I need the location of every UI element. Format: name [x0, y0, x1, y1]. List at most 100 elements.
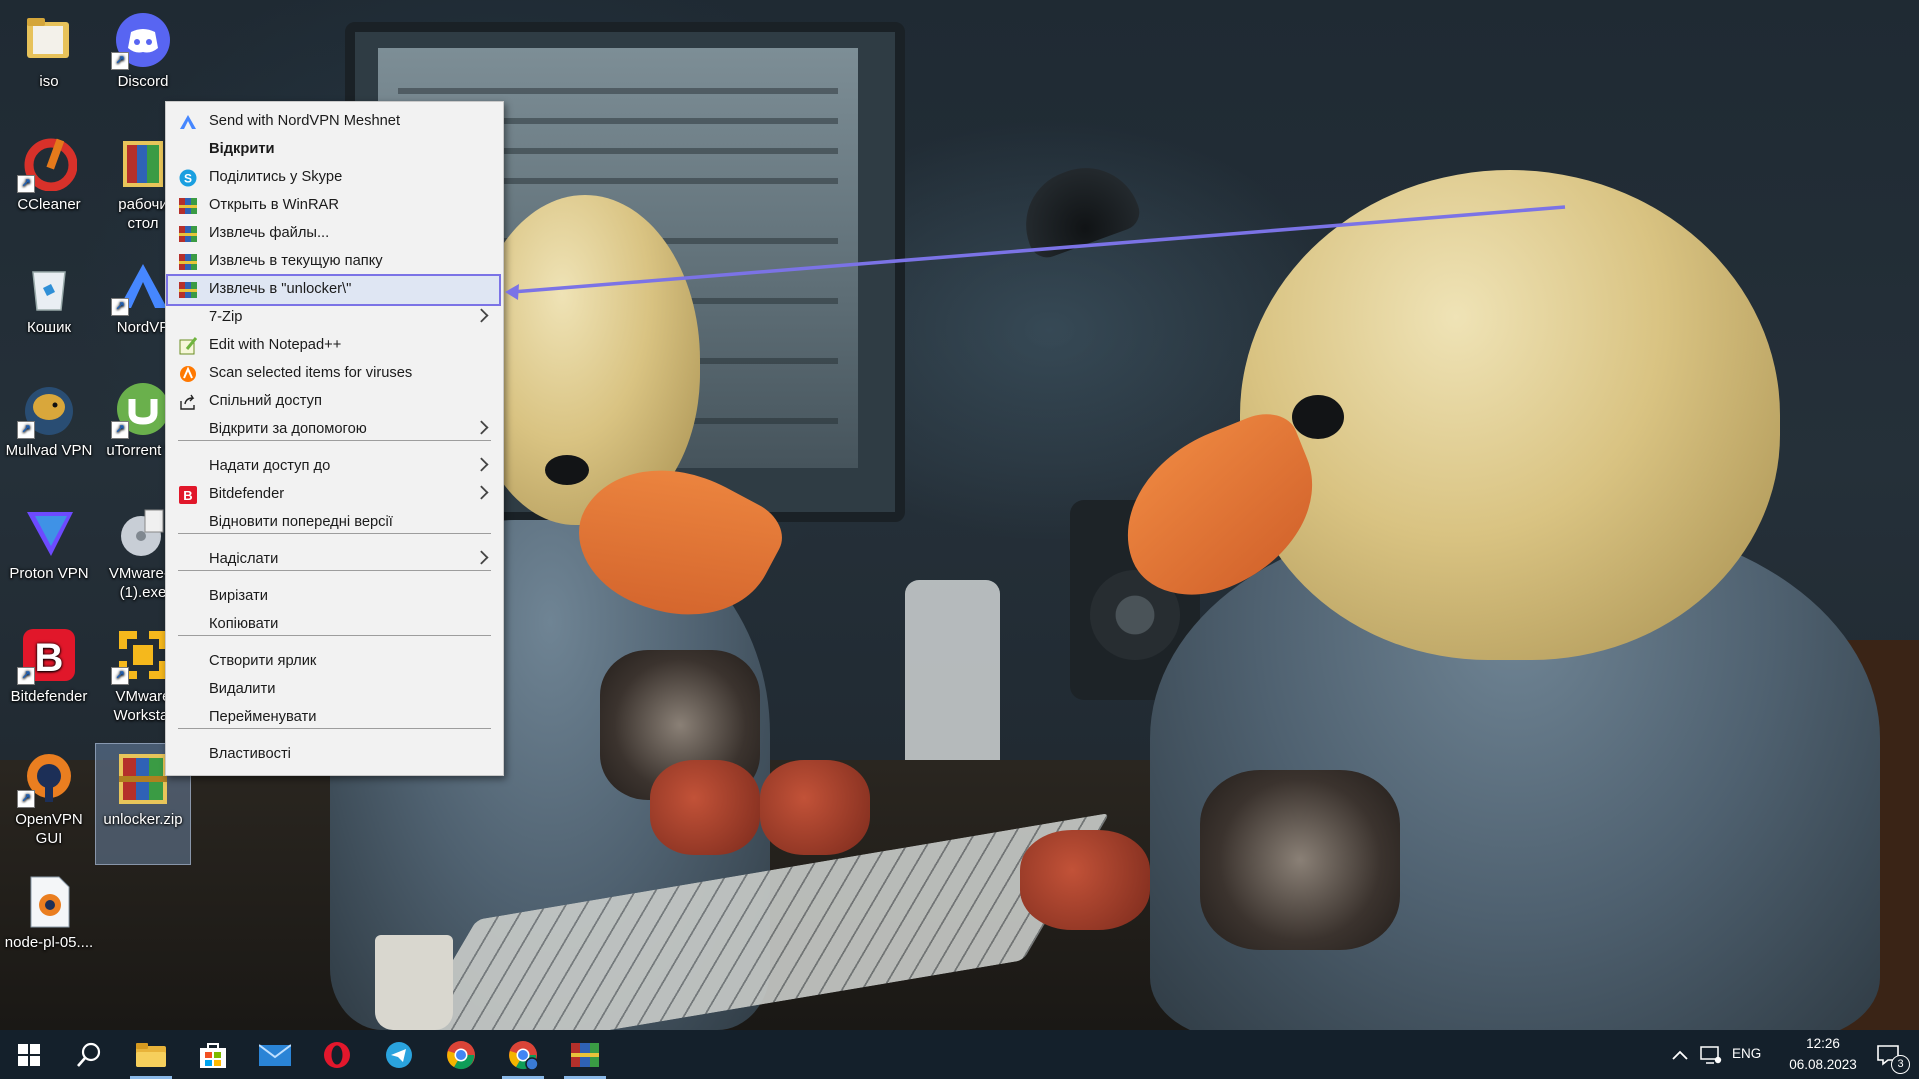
desktop-icon-label: unlocker.zip: [103, 811, 183, 828]
desktop-icon-iso[interactable]: iso: [2, 6, 96, 126]
taskbar: ENG 12:26 06.08.2023 3: [0, 1030, 1919, 1079]
wallpaper-lamp: [1010, 152, 1145, 263]
taskbar-mail[interactable]: [246, 1030, 304, 1079]
notification-count-badge: 3: [1891, 1055, 1910, 1074]
share-icon: [179, 393, 197, 411]
desktop-icon-ccleaner[interactable]: ↗ CCleaner: [2, 129, 96, 249]
wallpaper-bottle: [905, 580, 1000, 790]
start-button[interactable]: [0, 1030, 58, 1079]
menu-item-bitdefender[interactable]: B Bitdefender: [168, 481, 499, 509]
chevron-right-icon: [474, 308, 489, 323]
search-icon: [77, 1042, 101, 1067]
menu-item-открыть-в-winrar[interactable]: Открыть в WinRAR: [168, 192, 499, 220]
menu-item-label: Извлечь файлы...: [209, 225, 330, 241]
menu-item-извлечь-файлы[interactable]: Извлечь файлы...: [168, 220, 499, 248]
taskbar-microsoft-store[interactable]: [184, 1030, 242, 1079]
nodepl-icon: [21, 873, 77, 929]
utorrent-icon: ↗: [111, 381, 171, 439]
menu-item-властивості[interactable]: Властивості: [168, 741, 499, 769]
winrar-icon: [179, 225, 197, 243]
desktop-icon-bitdefender[interactable]: B ↗ Bitdefender: [2, 621, 96, 741]
iso-icon: [21, 12, 77, 68]
chevron-right-icon: [474, 420, 489, 435]
taskbar-file-explorer[interactable]: [122, 1030, 180, 1079]
nordvpn-icon: [179, 113, 197, 131]
chevron-right-icon: [474, 550, 489, 565]
menu-item-извлечь-в-unlocker[interactable]: Извлечь в "unlocker\": [166, 274, 501, 306]
taskbar-telegram[interactable]: [370, 1030, 428, 1079]
desktop-icon-mullvad[interactable]: ↗ Mullvad VPN: [2, 375, 96, 495]
menu-item-label: Відкрити: [209, 141, 275, 157]
menu-item-відкрити[interactable]: Відкрити: [168, 136, 499, 164]
taskbar-opera[interactable]: [308, 1030, 366, 1079]
bitdefender-icon: B ↗: [17, 627, 77, 685]
chevron-up-icon: [1672, 1050, 1688, 1060]
shortcut-arrow-icon: ↗: [111, 298, 129, 316]
desktop-icon-koshyk[interactable]: Кошик: [2, 252, 96, 372]
bitdefender-icon: B: [179, 486, 197, 504]
mullvad-icon: ↗: [17, 381, 77, 439]
menu-item-label: Створити ярлик: [209, 653, 317, 669]
menu-separator: [178, 728, 491, 729]
menu-item-label: Извлечь в текущую папку: [209, 253, 383, 269]
menu-item-label: Надати доступ до: [209, 458, 331, 474]
menu-item-label: Bitdefender: [209, 486, 285, 502]
winrar-icon: [179, 253, 197, 271]
menu-item-7-zip[interactable]: 7-Zip: [168, 304, 499, 332]
tray-overflow-button[interactable]: [1665, 1030, 1695, 1079]
menu-item-edit-with-notepad[interactable]: Edit with Notepad++: [168, 332, 499, 360]
left-duck-glove: [650, 760, 760, 855]
desktop-icon-label: node-pl-05....: [4, 934, 94, 951]
left-duck-glove-2: [760, 760, 870, 855]
menu-separator: [178, 440, 491, 441]
winrar-icon: [571, 1042, 599, 1067]
desktop-icon-nodepl[interactable]: node-pl-05....: [2, 867, 96, 987]
desktop-icon-label: Кошик: [26, 319, 72, 336]
shortcut-arrow-icon: ↗: [17, 421, 35, 439]
taskbar-winrar[interactable]: [556, 1030, 614, 1079]
koshyk-icon: [21, 258, 77, 314]
clock-time[interactable]: 12:26: [1793, 1036, 1853, 1051]
menu-item-спільний-доступ[interactable]: Спільний доступ: [168, 388, 499, 416]
menu-item-label: Перейменувати: [209, 709, 317, 725]
menu-item-label: Відновити попередні версії: [209, 514, 393, 530]
skype-icon: S: [179, 169, 197, 187]
search-button[interactable]: [60, 1030, 118, 1079]
menu-item-надати-доступ-до[interactable]: Надати доступ до: [168, 453, 499, 481]
microsoft-store-icon: [200, 1042, 226, 1068]
desktop-icon-label: Mullvad VPN: [5, 442, 93, 459]
right-duck-eye: [1292, 395, 1344, 439]
menu-item-label: 7-Zip: [209, 309, 243, 325]
chevron-right-icon: [474, 485, 489, 500]
language-indicator[interactable]: ENG: [1732, 1046, 1761, 1061]
right-duck-glove: [1020, 830, 1150, 930]
svg-text:S: S: [184, 172, 192, 186]
menu-item-label: Открыть в WinRAR: [209, 197, 339, 213]
notification-center-button[interactable]: 3: [1866, 1030, 1910, 1079]
context-menu: Send with NordVPN Meshnet Відкрити S Поділи…: [165, 101, 504, 776]
menu-item-створити-ярлик[interactable]: Створити ярлик: [168, 648, 499, 676]
winrar-icon: [179, 281, 197, 299]
menu-item-видалити[interactable]: Видалити: [168, 676, 499, 704]
desktop-icon-protonvpn[interactable]: Proton VPN: [2, 498, 96, 618]
menu-item-label: Спільний доступ: [209, 393, 322, 409]
mail-icon: [259, 1043, 291, 1066]
chevron-right-icon: [474, 457, 489, 472]
shortcut-arrow-icon: ↗: [111, 421, 129, 439]
desktop-icon-label: CCleaner: [17, 196, 81, 213]
menu-item-поділитись-у-skype[interactable]: S Поділитись у Skype: [168, 164, 499, 192]
shortcut-arrow-icon: ↗: [111, 52, 129, 70]
desktop-icon-openvpn[interactable]: ↗ OpenVPN GUI: [2, 744, 96, 864]
tray-network-button[interactable]: [1695, 1030, 1727, 1079]
chrome-icon: [447, 1040, 475, 1069]
menu-item-scan-selected-items-for-viruses[interactable]: Scan selected items for viruses: [168, 360, 499, 388]
menu-item-вирізати[interactable]: Вирізати: [168, 583, 499, 611]
menu-item-label: Видалити: [209, 681, 276, 697]
taskbar-chrome[interactable]: [432, 1030, 490, 1079]
taskbar-chrome-profile[interactable]: [494, 1030, 552, 1079]
openvpn-icon: ↗: [17, 750, 77, 808]
menu-item-send-with-nordvpn-meshnet[interactable]: Send with NordVPN Meshnet: [168, 108, 499, 136]
menu-item-извлечь-в-текущую-папку[interactable]: Извлечь в текущую папку: [168, 248, 499, 276]
clock-date[interactable]: 06.08.2023: [1777, 1057, 1869, 1072]
menu-separator: [178, 533, 491, 534]
